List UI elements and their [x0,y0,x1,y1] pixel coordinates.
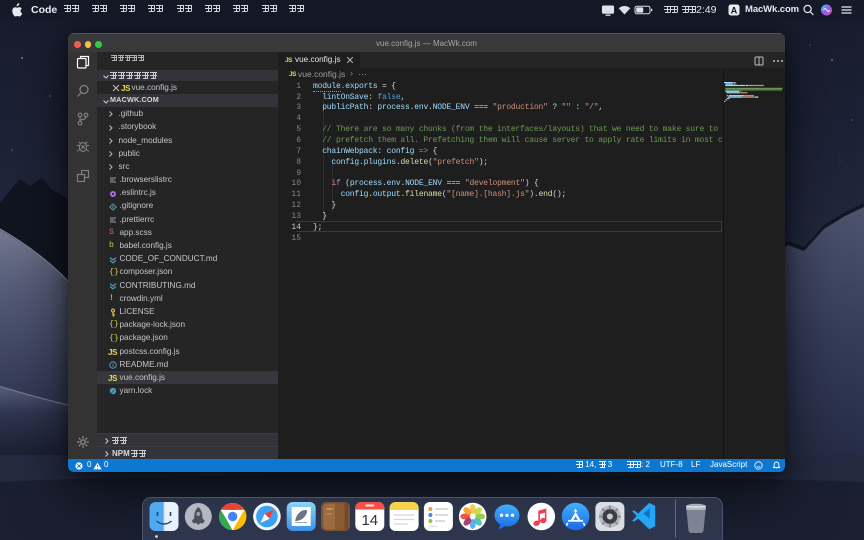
svg-text:14: 14 [361,512,378,529]
svg-text:A: A [731,5,738,15]
